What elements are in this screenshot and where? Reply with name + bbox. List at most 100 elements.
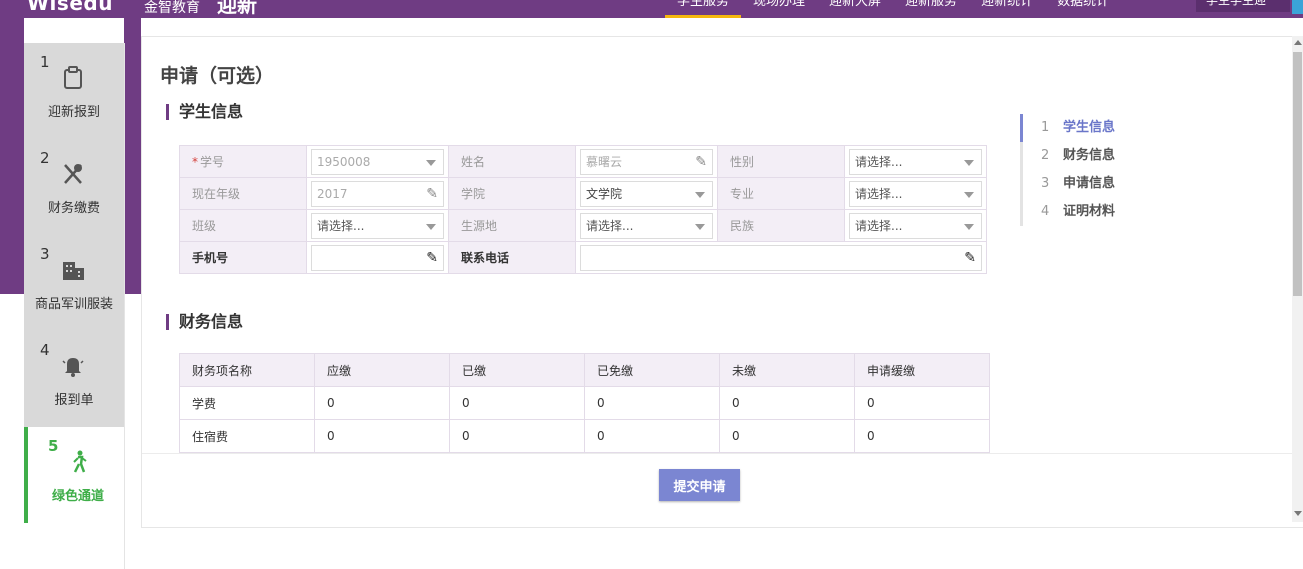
column-header: 已免缴 — [584, 353, 720, 387]
scroll-down-arrow-icon[interactable] — [1294, 511, 1302, 516]
nav-item-student-service[interactable]: 学生服务 — [665, 0, 742, 18]
pencil-icon: ✎ — [695, 153, 707, 170]
step-4-report[interactable]: 4 报到单 — [24, 331, 124, 427]
background-band-left — [0, 18, 24, 294]
form-row: 班级 请选择... 生源地 请选择... 民族 请选择... — [179, 209, 987, 242]
contact-phone-input[interactable]: ✎ — [580, 244, 982, 271]
student-id-select[interactable]: 1950008 — [311, 148, 444, 175]
main-panel: 申请（可选） 学生信息 * 学号 1950008 姓名 慕曙云 ✎ 性别 请选择..… — [141, 36, 1303, 528]
mobile-input[interactable]: ✎ — [311, 244, 444, 271]
table-row: 学费 0 0 0 0 0 — [179, 386, 990, 420]
pencil-icon: ✎ — [426, 185, 438, 202]
corner-badge[interactable] — [1292, 0, 1303, 14]
table-cell: 0 — [449, 419, 585, 453]
vertical-scrollbar[interactable] — [1292, 36, 1303, 522]
field-label-ethnicity: 民族 — [717, 209, 845, 242]
chevron-down-icon — [426, 159, 436, 166]
major-select[interactable]: 请选择... — [849, 180, 982, 207]
step-number: 3 — [40, 245, 50, 263]
step-number: 2 — [40, 149, 50, 167]
scroll-up-arrow-icon[interactable] — [1294, 40, 1302, 45]
user-menu[interactable]: 学生学生迎 — [1196, 0, 1290, 12]
chevron-down-icon — [964, 223, 974, 230]
footer-divider — [142, 453, 1303, 454]
origin-select[interactable]: 请选择... — [580, 212, 713, 239]
grade-input[interactable]: 2017 ✎ — [311, 180, 444, 207]
chevron-down-icon — [964, 159, 974, 166]
table-header-row: 财务项名称 应缴 已缴 已免缴 未缴 申请缓缴 — [179, 353, 990, 387]
step-number: 5 — [48, 437, 59, 455]
top-nav: 学生服务 现场办理 迎新大屏 迎新服务 迎新统计 数据统计 — [665, 0, 1121, 18]
column-header: 应缴 — [314, 353, 450, 387]
field-label-class: 班级 — [179, 209, 307, 242]
field-label-student-id: * 学号 — [179, 145, 307, 178]
table-cell: 0 — [584, 419, 720, 453]
nav-item-data[interactable]: 数据统计 — [1045, 0, 1121, 18]
form-row: 现在年级 2017 ✎ 学院 文学院 专业 请选择... — [179, 177, 987, 210]
utensils-icon — [60, 161, 86, 187]
nav-item-onsite[interactable]: 现场办理 — [741, 0, 817, 18]
required-marker: * — [192, 155, 198, 169]
toc-item-proof-materials[interactable]: 4 证明材料 — [1020, 198, 1115, 226]
nav-item-service[interactable]: 迎新服务 — [893, 0, 969, 18]
column-header: 已缴 — [449, 353, 585, 387]
toc-item-finance-info[interactable]: 2 财务信息 — [1020, 142, 1115, 170]
table-cell: 0 — [719, 386, 855, 420]
field-label-gender: 性别 — [717, 145, 845, 178]
table-cell: 0 — [449, 386, 585, 420]
section-toc: 1 学生信息 2 财务信息 3 申请信息 4 证明材料 — [1020, 114, 1115, 226]
chevron-down-icon — [426, 223, 436, 230]
field-label-mobile: 手机号 — [179, 241, 307, 274]
step-number: 4 — [40, 341, 50, 359]
student-info-form: * 学号 1950008 姓名 慕曙云 ✎ 性别 请选择... 现在年级 2017 ✎… — [179, 145, 987, 274]
step-label: 绿色通道 — [51, 489, 104, 504]
building-icon — [60, 257, 86, 283]
top-header: Wisedu 金智教育 迎新 学生服务 现场办理 迎新大屏 迎新服务 迎新统计 … — [0, 0, 1303, 18]
walking-icon — [66, 449, 92, 475]
field-label-college: 学院 — [448, 177, 576, 210]
step-5-green-channel[interactable]: 5 绿色通道 — [24, 427, 124, 523]
name-input[interactable]: 慕曙云 ✎ — [580, 148, 713, 175]
table-cell: 0 — [719, 419, 855, 453]
toc-item-student-info[interactable]: 1 学生信息 — [1020, 114, 1115, 142]
chevron-down-icon — [695, 223, 705, 230]
step-number: 1 — [40, 53, 50, 71]
table-cell: 0 — [854, 419, 990, 453]
table-row: 住宿费 0 0 0 0 0 — [179, 419, 990, 453]
field-label-major: 专业 — [717, 177, 845, 210]
class-select[interactable]: 请选择... — [311, 212, 444, 239]
step-1-onboarding[interactable]: 1 迎新报到 — [24, 43, 124, 139]
submit-application-button[interactable]: 提交申请 — [659, 469, 740, 501]
table-cell: 0 — [854, 386, 990, 420]
ethnicity-select[interactable]: 请选择... — [849, 212, 982, 239]
chevron-down-icon — [695, 191, 705, 198]
column-header: 财务项名称 — [179, 353, 315, 387]
college-select[interactable]: 文学院 — [580, 180, 713, 207]
clipboard-icon — [60, 65, 86, 91]
bell-icon — [60, 353, 86, 379]
field-label-grade: 现在年级 — [179, 177, 307, 210]
section-title-student: 学生信息 — [166, 104, 243, 120]
step-3-uniform[interactable]: 3 商品军训服装 — [24, 235, 124, 331]
finance-table: 财务项名称 应缴 已缴 已免缴 未缴 申请缓缴 学费 0 0 0 0 0 住宿费… — [179, 353, 990, 453]
table-cell: 0 — [584, 386, 720, 420]
section-title-finance: 财务信息 — [166, 314, 243, 330]
table-cell: 0 — [314, 386, 450, 420]
gender-select[interactable]: 请选择... — [849, 148, 982, 175]
field-label-contact-phone: 联系电话 — [448, 241, 576, 274]
toc-item-application-info[interactable]: 3 申请信息 — [1020, 170, 1115, 198]
chevron-down-icon — [964, 191, 974, 198]
page-title: 申请（可选） — [160, 65, 275, 87]
step-label: 商品军训服装 — [34, 297, 113, 312]
step-sidebar: 1 迎新报到 2 财务缴费 3 商品军训服装 4 报到单 5 绿色通道 — [24, 43, 125, 569]
brand-logo: Wisedu — [27, 0, 113, 15]
nav-item-stats[interactable]: 迎新统计 — [969, 0, 1045, 18]
column-header: 申请缓缴 — [854, 353, 990, 387]
nav-item-screen[interactable]: 迎新大屏 — [817, 0, 893, 18]
table-cell: 学费 — [179, 386, 315, 420]
field-label-name: 姓名 — [448, 145, 576, 178]
app-name: 迎新 — [217, 0, 257, 17]
scroll-thumb[interactable] — [1293, 52, 1302, 296]
form-row: * 学号 1950008 姓名 慕曙云 ✎ 性别 请选择... — [179, 145, 987, 178]
step-2-finance[interactable]: 2 财务缴费 — [24, 139, 124, 235]
